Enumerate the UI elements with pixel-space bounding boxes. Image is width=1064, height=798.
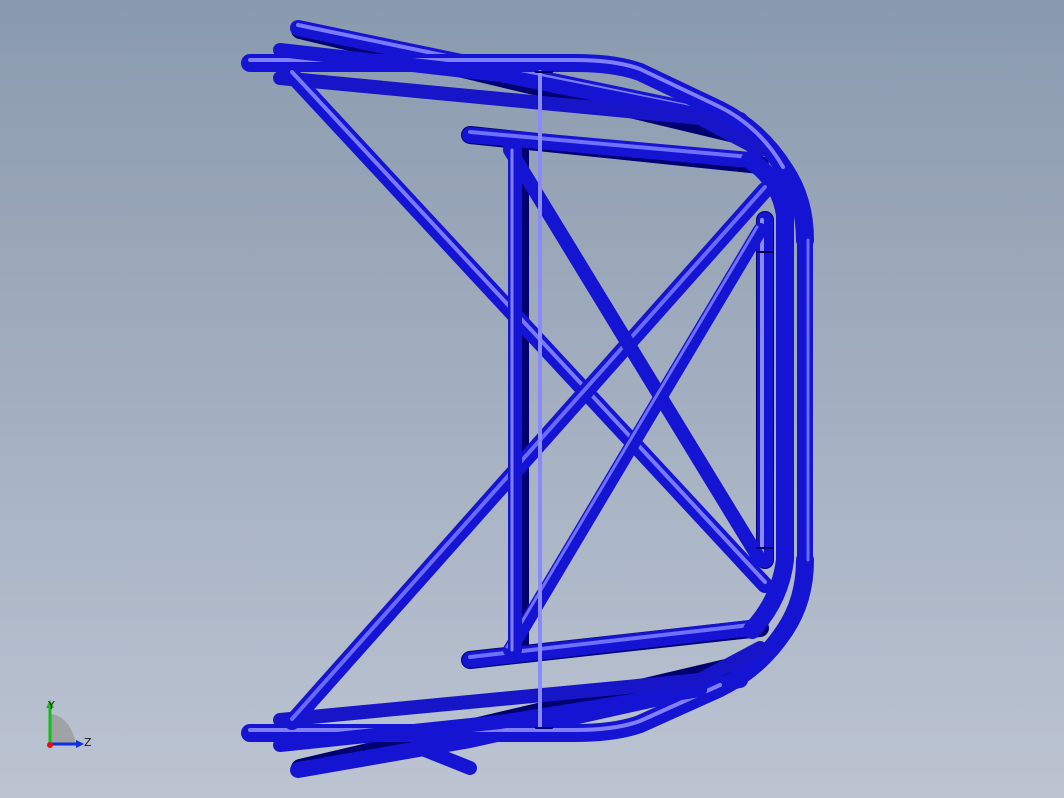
roll-cage-model[interactable]	[0, 0, 1064, 798]
triad-plane-shading	[50, 714, 76, 744]
reference-triad: Y Z	[46, 699, 92, 749]
graphics-viewport[interactable]: Y Z	[0, 0, 1064, 798]
y-axis-label: Y	[47, 699, 55, 712]
z-axis-label: Z	[84, 736, 92, 749]
z-axis-arrowhead	[76, 740, 84, 748]
x-axis-dot	[47, 742, 53, 748]
